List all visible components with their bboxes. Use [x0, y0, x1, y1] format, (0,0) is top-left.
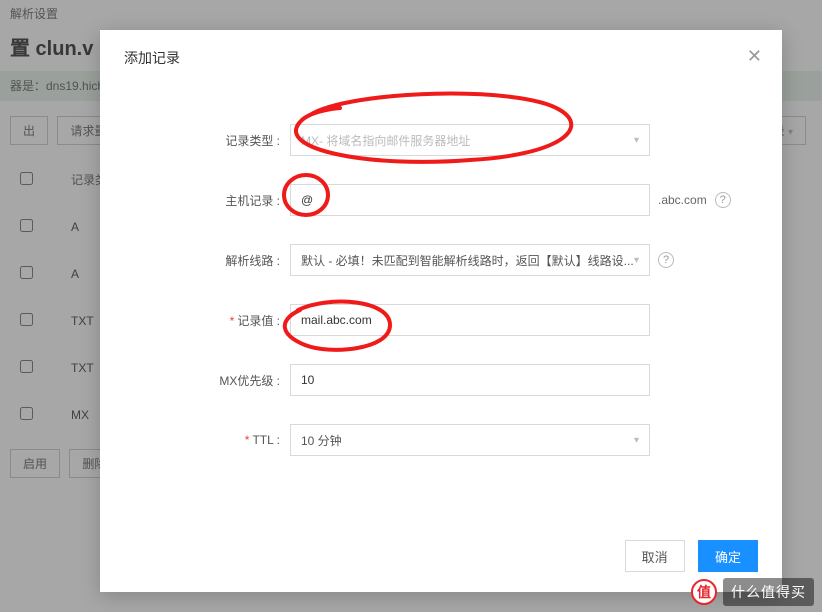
record-type-select[interactable]: MX- 将域名指向邮件服务器地址 ▾ — [290, 124, 650, 156]
watermark: 值 什么值得买 — [691, 578, 814, 606]
field-mx: MX优先级 : — [130, 364, 752, 396]
cancel-button[interactable]: 取消 — [625, 540, 685, 572]
help-icon[interactable]: ? — [658, 252, 674, 268]
watermark-text: 什么值得买 — [723, 578, 814, 606]
line-select[interactable]: 默认 - 必填！未匹配到智能解析线路时，返回【默认】线路设... ▾ — [290, 244, 650, 276]
field-line: 解析线路 : 默认 - 必填！未匹配到智能解析线路时，返回【默认】线路设... … — [130, 244, 752, 276]
label-value: *记录值 : — [130, 312, 290, 329]
watermark-badge-icon: 值 — [691, 579, 717, 605]
ttl-select[interactable]: 10 分钟 ▾ — [290, 424, 650, 456]
field-ttl: *TTL : 10 分钟 ▾ — [130, 424, 752, 456]
add-record-modal: 添加记录 ✕ 记录类型 : MX- 将域名指向邮件服务器地址 ▾ 主机记录 : … — [100, 30, 782, 592]
modal-footer: 取消 确定 — [615, 540, 758, 572]
ok-button[interactable]: 确定 — [698, 540, 758, 572]
record-value-input[interactable] — [290, 304, 650, 336]
close-icon[interactable]: ✕ — [747, 46, 762, 67]
chevron-down-icon: ▾ — [634, 255, 639, 266]
label-mx: MX优先级 : — [130, 372, 290, 389]
label-ttl: *TTL : — [130, 433, 290, 447]
label-line: 解析线路 : — [130, 252, 290, 269]
label-host: 主机记录 : — [130, 192, 290, 209]
mx-priority-input[interactable] — [290, 364, 650, 396]
host-input[interactable] — [290, 184, 650, 216]
host-suffix: .abc.com — [658, 193, 707, 207]
chevron-down-icon: ▾ — [634, 135, 639, 146]
label-record-type: 记录类型 : — [130, 132, 290, 149]
modal-title: 添加记录 — [124, 50, 180, 66]
field-record-type: 记录类型 : MX- 将域名指向邮件服务器地址 ▾ — [130, 124, 752, 156]
field-value: *记录值 : — [130, 304, 752, 336]
help-icon[interactable]: ? — [715, 192, 731, 208]
chevron-down-icon: ▾ — [634, 435, 639, 446]
field-host: 主机记录 : .abc.com ? — [130, 184, 752, 216]
